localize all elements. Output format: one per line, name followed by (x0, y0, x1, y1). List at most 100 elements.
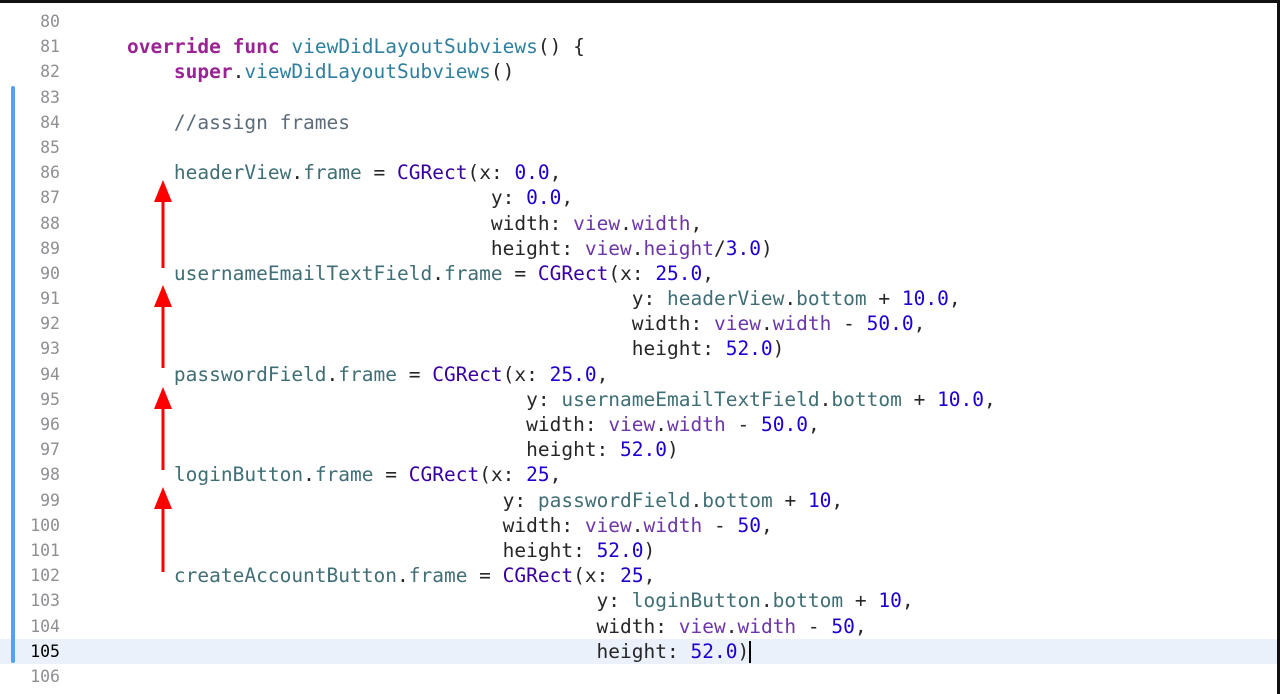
code-token: CGRect (537, 261, 609, 285)
code-token: 25.0 (655, 261, 703, 285)
line-number: 82 (40, 62, 60, 82)
code-line[interactable]: 94 passwordField.frame = CGRect(x: 25.0, (0, 362, 1277, 387)
code-text[interactable]: loginButton.frame = CGRect(x: 25, (80, 462, 561, 487)
code-token: . (760, 312, 773, 336)
line-number: 95 (40, 389, 60, 409)
code-token: viewDidLayoutSubviews (244, 60, 491, 84)
code-token: (x: (479, 463, 527, 487)
code-line[interactable]: 99 y: passwordField.bottom + 10, (0, 488, 1277, 513)
code-line[interactable]: 83 (0, 85, 1277, 110)
code-token: 52.0 (725, 337, 773, 361)
code-line[interactable]: 88 width: view.width, (0, 211, 1277, 236)
code-line[interactable]: 85 (0, 135, 1277, 160)
code-line[interactable]: 105 height: 52.0) (0, 639, 1277, 664)
code-text[interactable]: width: view.width - 50, (80, 614, 867, 639)
code-token: , (807, 413, 820, 436)
code-text[interactable]: y: loginButton.bottom + 10, (80, 588, 914, 613)
code-token: . (631, 236, 644, 260)
code-line[interactable]: 91 y: headerView.bottom + 10.0, (0, 286, 1277, 311)
line-number: 84 (40, 112, 60, 132)
code-token: + (901, 387, 938, 411)
code-text[interactable]: height: 52.0) (80, 639, 752, 664)
code-token: func (232, 35, 280, 59)
code-text[interactable]: height: 52.0) (80, 538, 656, 563)
code-token: 52.0 (596, 538, 644, 562)
code-line[interactable]: 92 width: view.width - 50.0, (0, 311, 1277, 336)
code-token: , (760, 513, 773, 537)
code-text[interactable]: width: view.width - 50.0, (80, 311, 926, 336)
code-line[interactable]: 96 width: view.width - 50.0, (0, 412, 1277, 437)
code-token: 0.0 (526, 186, 562, 210)
code-token: = (361, 161, 398, 185)
code-editor[interactable]: 80 81 override func viewDidLayoutSubviews… (0, 0, 1280, 694)
code-line[interactable]: 84 //assign frames (0, 110, 1277, 135)
code-token: - (796, 614, 832, 638)
code-token: 52.0 (690, 639, 738, 663)
code-line[interactable]: 102 createAccountButton.frame = CGRect(x… (0, 563, 1277, 588)
code-token: 10 (878, 589, 902, 613)
code-line[interactable]: 103 y: loginButton.bottom + 10, (0, 588, 1277, 613)
code-text[interactable]: override func viewDidLayoutSubviews() { (80, 34, 585, 59)
code-lines[interactable]: 80 81 override func viewDidLayoutSubviews… (0, 9, 1277, 689)
code-line[interactable]: 95 y: usernameEmailTextField.bottom + 10… (0, 387, 1277, 412)
code-text[interactable]: super.viewDidLayoutSubviews() (80, 59, 514, 84)
code-text[interactable]: height: 52.0) (80, 336, 785, 361)
code-token: 50.0 (760, 413, 808, 436)
code-token: (x: (573, 564, 621, 588)
code-token: headerView (173, 161, 292, 185)
code-line[interactable]: 104 width: view.width - 50, (0, 614, 1277, 639)
code-line[interactable]: 93 height: 52.0) (0, 336, 1277, 361)
code-line[interactable]: 80 (0, 9, 1277, 34)
code-token: y: (80, 488, 538, 512)
code-token: + (843, 589, 879, 613)
code-line[interactable]: 87 y: 0.0, (0, 185, 1277, 210)
code-text[interactable]: width: view.width - 50.0, (80, 412, 820, 437)
code-text[interactable]: //assign frames (80, 110, 350, 135)
code-line[interactable]: 97 height: 52.0) (0, 437, 1277, 462)
code-token: , (549, 161, 562, 185)
code-line[interactable]: 106 (0, 664, 1277, 689)
code-line[interactable]: 81 override func viewDidLayoutSubviews()… (0, 34, 1277, 59)
code-token: 0.0 (514, 161, 550, 185)
code-text[interactable]: y: headerView.bottom + 10.0, (80, 286, 961, 311)
code-token: y: (80, 186, 527, 210)
code-token: , (984, 387, 996, 411)
code-line[interactable]: 90 usernameEmailTextField.frame = CGRect… (0, 261, 1277, 286)
code-text[interactable]: createAccountButton.frame = CGRect(x: 25… (80, 563, 655, 588)
code-line[interactable]: 82 super.viewDidLayoutSubviews() (0, 59, 1277, 84)
code-line[interactable]: 101 height: 52.0) (0, 538, 1277, 563)
code-text[interactable]: passwordField.frame = CGRect(x: 25.0, (80, 362, 608, 387)
code-token: 10 (807, 488, 832, 512)
code-token: view (584, 236, 632, 260)
code-text[interactable]: width: view.width - 50, (80, 513, 773, 538)
code-token: view (713, 312, 761, 336)
code-token: bottom (702, 488, 773, 512)
code-line[interactable]: 89 height: view.height/3.0) (0, 236, 1277, 261)
line-number: 80 (40, 12, 60, 31)
code-line[interactable]: 98 loginButton.frame = CGRect(x: 25, (0, 462, 1277, 487)
code-token: = (467, 564, 503, 588)
code-text[interactable]: height: view.height/3.0) (80, 236, 773, 261)
code-token: width: (80, 614, 679, 638)
code-text[interactable]: headerView.frame = CGRect(x: 0.0, (80, 160, 562, 185)
code-text[interactable]: width: view.width, (80, 211, 702, 236)
code-line[interactable]: 100 width: view.width - 50, (0, 513, 1277, 538)
code-text[interactable]: y: passwordField.bottom + 10, (80, 488, 844, 513)
code-token: 25 (620, 564, 644, 588)
code-text[interactable]: height: 52.0) (80, 437, 679, 462)
code-token: bottom (796, 287, 867, 311)
code-token: height: (80, 236, 585, 260)
code-token: 10.0 (901, 287, 949, 311)
code-token: width (631, 211, 691, 235)
code-token: 52.0 (620, 438, 668, 462)
code-token: . (620, 211, 632, 235)
line-number: 93 (40, 339, 60, 359)
code-text[interactable]: y: usernameEmailTextField.bottom + 10.0, (80, 387, 996, 412)
code-line[interactable]: 86 headerView.frame = CGRect(x: 0.0, (0, 160, 1277, 185)
code-text[interactable]: usernameEmailTextField.frame = CGRect(x:… (80, 261, 714, 286)
code-token: view (678, 614, 726, 638)
code-text[interactable]: y: 0.0, (80, 185, 573, 210)
